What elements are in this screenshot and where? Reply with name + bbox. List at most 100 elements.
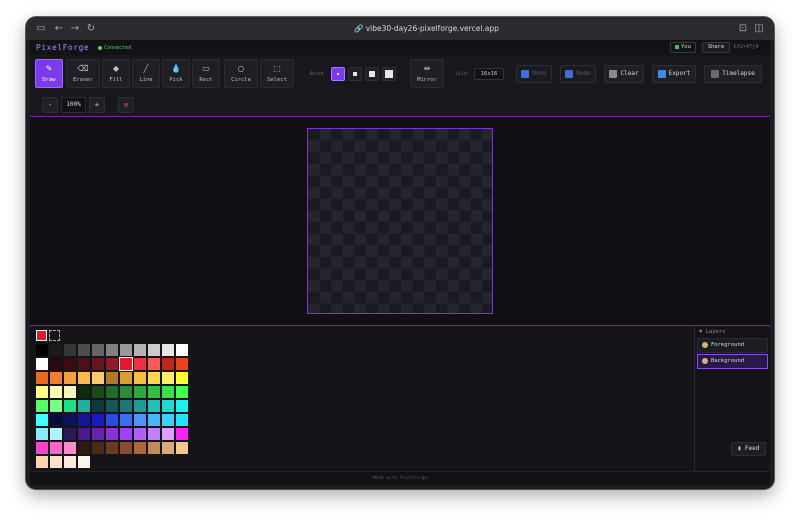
palette-swatch[interactable]: [120, 442, 132, 454]
palette-swatch[interactable]: [92, 344, 104, 356]
tool-draw-button[interactable]: ✎ Draw: [35, 59, 63, 88]
palette-swatch[interactable]: [92, 372, 104, 384]
palette-swatch[interactable]: [78, 344, 90, 356]
brush-size-4[interactable]: [382, 67, 396, 81]
palette-swatch[interactable]: [148, 358, 160, 370]
tool-line-button[interactable]: ╱ Line: [132, 59, 160, 88]
palette-swatch[interactable]: [134, 400, 146, 412]
palette-swatch[interactable]: [78, 358, 90, 370]
palette-swatch[interactable]: [162, 414, 174, 426]
address-bar[interactable]: 🔗 vibe30-day26-pixelforge.vercel.app: [354, 22, 499, 36]
palette-swatch[interactable]: [78, 442, 90, 454]
zoom-in-button[interactable]: +: [89, 97, 105, 113]
palette-swatch[interactable]: [120, 344, 132, 356]
palette-swatch[interactable]: [162, 386, 174, 398]
palette-swatch[interactable]: [120, 386, 132, 398]
palette-swatch[interactable]: [176, 386, 188, 398]
feed-button[interactable]: ▮ Feed: [731, 442, 766, 456]
palette-swatch[interactable]: [36, 358, 48, 370]
palette-swatch[interactable]: [92, 428, 104, 440]
palette-swatch[interactable]: [36, 372, 48, 384]
palette-swatch[interactable]: [64, 386, 76, 398]
palette-swatch[interactable]: [176, 344, 188, 356]
palette-swatch[interactable]: [92, 358, 104, 370]
palette-swatch[interactable]: [148, 400, 160, 412]
palette-swatch[interactable]: [176, 358, 188, 370]
palette-swatch[interactable]: [134, 414, 146, 426]
sidebar-icon[interactable]: ▭: [34, 22, 48, 36]
palette-swatch[interactable]: [134, 358, 146, 370]
tool-fill-button[interactable]: ◆ Fill: [102, 59, 130, 88]
palette-swatch[interactable]: [36, 400, 48, 412]
reload-icon[interactable]: ↻: [84, 22, 98, 36]
layer-background[interactable]: Background: [697, 354, 768, 369]
palette-swatch[interactable]: [134, 428, 146, 440]
palette-swatch[interactable]: [106, 414, 118, 426]
forward-icon[interactable]: →: [68, 22, 82, 36]
secondary-color-swatch[interactable]: [49, 330, 60, 341]
palette-swatch[interactable]: [106, 372, 118, 384]
palette-swatch[interactable]: [78, 372, 90, 384]
palette-swatch[interactable]: [134, 386, 146, 398]
redo-button[interactable]: Redo: [560, 65, 596, 83]
palette-swatch[interactable]: [134, 344, 146, 356]
palette-swatch[interactable]: [106, 386, 118, 398]
tool-rect-button[interactable]: ▭ Rect: [192, 59, 220, 88]
primary-color-swatch[interactable]: [36, 330, 47, 341]
palette-swatch[interactable]: [78, 414, 90, 426]
palette-swatch[interactable]: [120, 428, 132, 440]
palette-swatch[interactable]: [106, 400, 118, 412]
palette-swatch[interactable]: [78, 386, 90, 398]
grid-size-select[interactable]: 16x16: [474, 68, 504, 80]
palette-swatch[interactable]: [50, 358, 62, 370]
palette-swatch[interactable]: [162, 400, 174, 412]
palette-swatch[interactable]: [78, 456, 90, 468]
layer-visibility-icon[interactable]: [702, 357, 708, 364]
tabs-icon[interactable]: ◫: [752, 22, 766, 36]
brush-size-2[interactable]: [348, 67, 362, 81]
palette-swatch[interactable]: [120, 400, 132, 412]
palette-swatch[interactable]: [134, 442, 146, 454]
palette-swatch[interactable]: [119, 357, 133, 371]
grid-toggle-icon[interactable]: ⊘: [118, 97, 134, 113]
palette-swatch[interactable]: [64, 358, 76, 370]
palette-swatch[interactable]: [36, 456, 48, 468]
palette-swatch[interactable]: [148, 386, 160, 398]
palette-swatch[interactable]: [106, 442, 118, 454]
timelapse-button[interactable]: Timelapse: [704, 65, 762, 83]
palette-swatch[interactable]: [64, 400, 76, 412]
clear-button[interactable]: Clear: [604, 65, 644, 83]
palette-swatch[interactable]: [36, 442, 48, 454]
tool-pick-button[interactable]: 💧 Pick: [162, 59, 190, 88]
undo-button[interactable]: Undo: [516, 65, 552, 83]
palette-swatch[interactable]: [50, 386, 62, 398]
palette-swatch[interactable]: [50, 442, 62, 454]
palette-swatch[interactable]: [148, 414, 160, 426]
palette-swatch[interactable]: [50, 428, 62, 440]
palette-swatch[interactable]: [92, 442, 104, 454]
palette-swatch[interactable]: [106, 428, 118, 440]
export-button[interactable]: Export: [652, 65, 696, 83]
layer-foreground[interactable]: Foreground: [697, 338, 768, 353]
palette-swatch[interactable]: [64, 414, 76, 426]
brush-size-1[interactable]: [331, 67, 345, 81]
palette-swatch[interactable]: [176, 442, 188, 454]
palette-swatch[interactable]: [148, 344, 160, 356]
palette-swatch[interactable]: [50, 372, 62, 384]
palette-swatch[interactable]: [92, 414, 104, 426]
extension-icon[interactable]: ⊡: [736, 22, 750, 36]
palette-swatch[interactable]: [92, 386, 104, 398]
palette-swatch[interactable]: [36, 428, 48, 440]
palette-swatch[interactable]: [148, 442, 160, 454]
palette-swatch[interactable]: [176, 428, 188, 440]
palette-swatch[interactable]: [64, 344, 76, 356]
palette-swatch[interactable]: [36, 344, 48, 356]
palette-swatch[interactable]: [64, 442, 76, 454]
palette-swatch[interactable]: [64, 428, 76, 440]
mirror-button[interactable]: ⇹ Mirror: [410, 59, 444, 88]
palette-swatch[interactable]: [50, 344, 62, 356]
palette-swatch[interactable]: [162, 428, 174, 440]
palette-swatch[interactable]: [162, 344, 174, 356]
palette-swatch[interactable]: [120, 372, 132, 384]
palette-swatch[interactable]: [134, 372, 146, 384]
